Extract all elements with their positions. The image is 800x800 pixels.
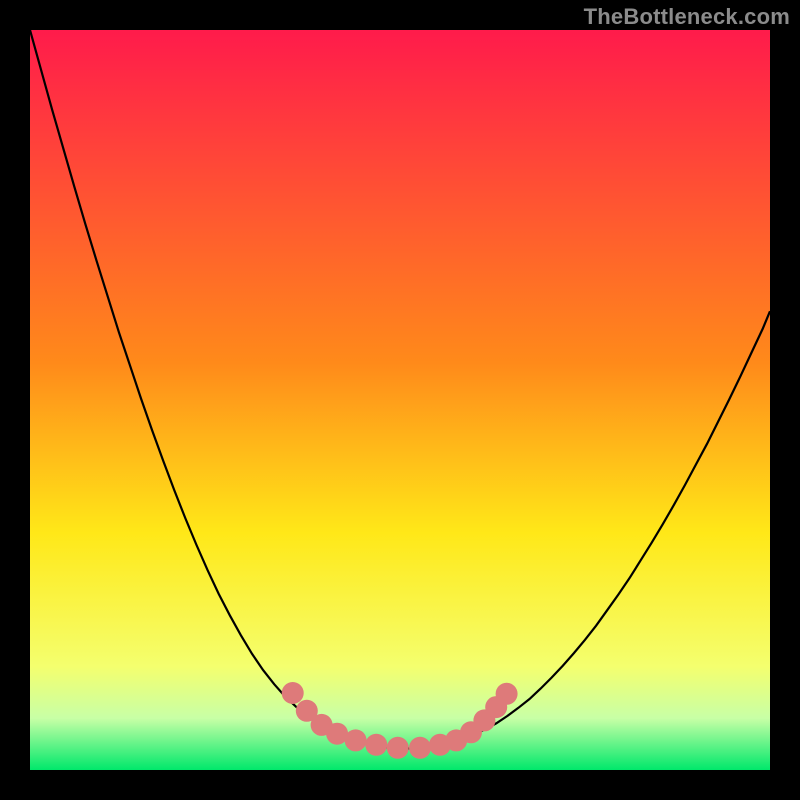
highlight-marker	[282, 682, 304, 704]
watermark-text: TheBottleneck.com	[584, 4, 790, 30]
highlight-marker	[409, 737, 431, 759]
chart-plot-area	[30, 30, 770, 770]
highlight-marker	[387, 737, 409, 759]
chart-svg	[30, 30, 770, 770]
highlight-marker	[365, 734, 387, 756]
highlight-marker	[496, 683, 518, 705]
chart-frame: TheBottleneck.com	[0, 0, 800, 800]
highlight-marker	[345, 729, 367, 751]
